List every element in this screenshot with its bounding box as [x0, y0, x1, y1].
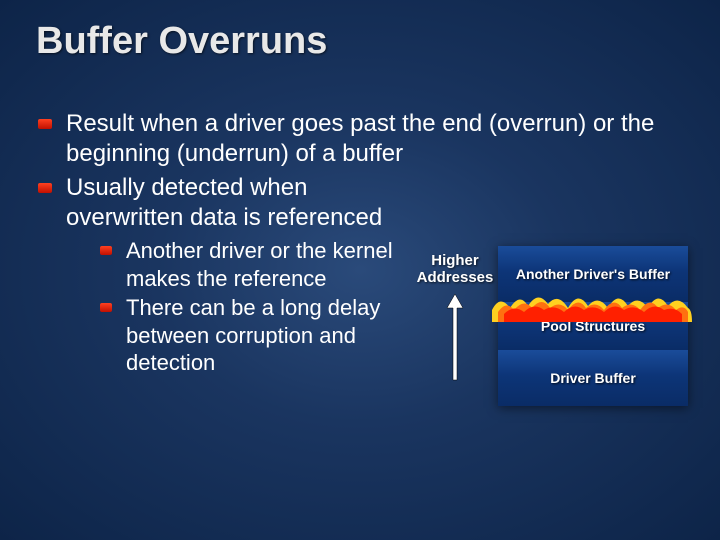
axis-label-top: Higher — [431, 252, 479, 269]
diagram-axis: Higher Addresses — [412, 246, 498, 406]
axis-label-bottom: Addresses — [417, 269, 494, 286]
stack-box-bottom: Driver Buffer — [498, 350, 688, 406]
memory-stack: Another Driver's Buffer Pool Structures … — [498, 246, 688, 406]
sub-bullet-text: There can be a long delay between corrup… — [126, 295, 380, 375]
memory-diagram: Higher Addresses Another Driver's Buffer… — [412, 246, 688, 406]
stack-box-top: Another Driver's Buffer — [498, 246, 688, 302]
stack-box-label: Driver Buffer — [550, 370, 636, 386]
sub-bullet-item: There can be a long delay between corrup… — [66, 294, 416, 377]
sub-bullet-text: Another driver or the kernel makes the r… — [126, 238, 393, 291]
stack-box-label: Pool Structures — [541, 318, 645, 334]
stack-box-middle: Pool Structures — [498, 302, 688, 350]
arrow-up-icon — [445, 292, 465, 382]
sub-bullet-item: Another driver or the kernel makes the r… — [66, 237, 416, 292]
stack-box-label: Another Driver's Buffer — [516, 266, 670, 282]
bullet-text: Result when a driver goes past the end (… — [66, 110, 654, 167]
bullet-text: Usually detected when overwritten data i… — [66, 173, 426, 233]
slide-title: Buffer Overruns — [36, 20, 690, 63]
bullet-item: Result when a driver goes past the end (… — [36, 109, 690, 169]
